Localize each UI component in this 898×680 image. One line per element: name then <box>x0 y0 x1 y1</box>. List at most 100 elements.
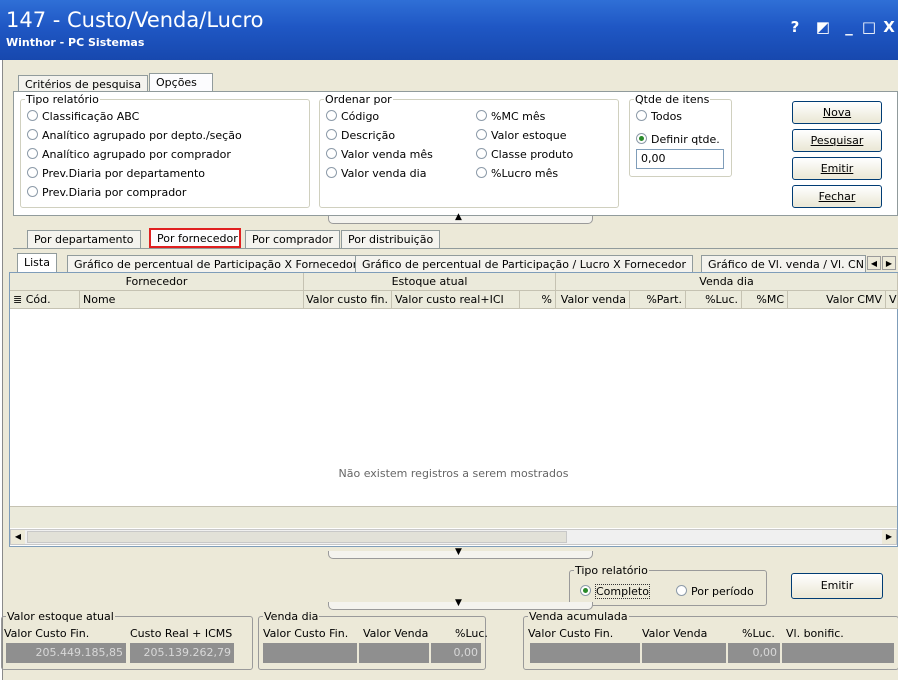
radio-icon[interactable] <box>27 110 38 121</box>
emitir-button[interactable]: Emitir <box>792 157 882 180</box>
chevron-down-icon: ▼ <box>455 547 462 557</box>
help-button[interactable]: ? <box>786 18 804 36</box>
option-classificacao-abc[interactable]: Classificação ABC <box>27 110 139 123</box>
col-valor-custo-real[interactable]: Valor custo real+ICI <box>392 291 520 309</box>
option-definir-qtde[interactable]: Definir qtde. <box>636 133 720 146</box>
tab-por-departamento[interactable]: Por departamento <box>27 230 141 248</box>
tab-por-comprador[interactable]: Por comprador <box>245 230 340 248</box>
option-valor-venda-dia[interactable]: Valor venda dia <box>326 167 426 180</box>
label-va-bonific: Vl. bonific. <box>786 627 844 640</box>
value-va-valor-venda <box>642 643 726 663</box>
close-button[interactable]: X <box>880 18 898 36</box>
fechar-button[interactable]: Fechar <box>792 185 882 208</box>
splitter-bottom[interactable]: ▼ <box>328 598 593 610</box>
empty-message: Não existem registros a serem mostrados <box>338 467 569 480</box>
tab-grafico-participacao-lucro[interactable]: Gráfico de percentual de Participação / … <box>355 255 693 273</box>
window-subtitle: Winthor - PC Sistemas <box>6 36 145 49</box>
option-classe-produto[interactable]: Classe produto <box>476 148 573 161</box>
column-menu-icon[interactable]: ≣ <box>13 293 26 306</box>
value-custo-fin: 205.449.185,85 <box>6 643 126 663</box>
option-analitico-comprador[interactable]: Analítico agrupado por comprador <box>27 148 231 161</box>
radio-icon[interactable] <box>27 148 38 159</box>
tab-por-fornecedor[interactable]: Por fornecedor <box>149 228 241 248</box>
title-bar[interactable]: 147 - Custo/Venda/Lucro Winthor - PC Sis… <box>0 0 898 60</box>
label-vd-custo-fin: Valor Custo Fin. <box>263 627 349 640</box>
tipo-relatorio-bottom-legend: Tipo relatório <box>574 564 649 577</box>
value-vd-custo-fin <box>263 643 357 663</box>
band-fornecedor: Fornecedor <box>10 273 304 291</box>
emitir-bottom-button[interactable]: Emitir <box>791 573 883 599</box>
col-part[interactable]: %Part. <box>630 291 686 309</box>
col-v[interactable]: V <box>886 291 898 309</box>
horizontal-scrollbar[interactable]: ◀ ▶ <box>10 529 897 545</box>
pesquisar-button[interactable]: Pesquisar <box>792 129 882 152</box>
tipo-relatorio-legend: Tipo relatório <box>25 93 100 106</box>
window-client: Critérios de pesquisa Opções Tipo relató… <box>1 60 898 680</box>
radio-icon[interactable] <box>27 129 38 140</box>
tab-lista[interactable]: Lista <box>17 253 57 273</box>
label-va-luc: %Luc. <box>742 627 775 640</box>
restore-icon[interactable]: ◩ <box>814 18 832 36</box>
tab-scroll-left-icon[interactable]: ◀ <box>867 256 881 270</box>
tab-grafico-participacao[interactable]: Gráfico de percentual de Participação X … <box>67 255 365 273</box>
option-codigo[interactable]: Código <box>326 110 379 123</box>
col-valor-custo-fin[interactable]: Valor custo fin. <box>304 291 392 309</box>
option-todos[interactable]: Todos <box>636 110 682 123</box>
maximize-button[interactable]: □ <box>860 18 878 36</box>
option-lucro-mes[interactable]: %Lucro mês <box>476 167 558 180</box>
option-descricao[interactable]: Descrição <box>326 129 395 142</box>
nova-button[interactable]: Nova <box>792 101 882 124</box>
radio-icon[interactable] <box>27 167 38 178</box>
option-valor-venda-mes[interactable]: Valor venda mês <box>326 148 433 161</box>
option-analitico-depto[interactable]: Analítico agrupado por depto./seção <box>27 129 242 142</box>
option-valor-estoque[interactable]: Valor estoque <box>476 129 566 142</box>
splitter-top[interactable]: ▲ <box>328 212 593 224</box>
qtde-itens-group: Qtde de itens Todos Definir qtde. 0,00 <box>629 93 732 177</box>
scroll-thumb[interactable] <box>27 531 567 543</box>
window-title: 147 - Custo/Venda/Lucro <box>6 8 264 32</box>
data-grid[interactable]: Fornecedor Estoque atual Venda dia ≣ Cód… <box>9 272 898 547</box>
qtde-input[interactable]: 0,00 <box>636 149 724 169</box>
value-va-bonific <box>782 643 894 663</box>
chevron-up-icon: ▲ <box>455 212 462 222</box>
qtde-itens-legend: Qtde de itens <box>634 93 711 106</box>
valor-estoque-group: Valor estoque atual Valor Custo Fin. Cus… <box>1 610 253 670</box>
ordenar-por-group: Ordenar por Código Descrição Valor venda… <box>319 93 619 208</box>
label-vd-valor-venda: Valor Venda <box>363 627 429 640</box>
valor-estoque-legend: Valor estoque atual <box>6 610 115 623</box>
option-prev-depto[interactable]: Prev.Diaria por departamento <box>27 167 205 180</box>
venda-acumulada-legend: Venda acumulada <box>528 610 629 623</box>
label-va-custo-fin: Valor Custo Fin. <box>528 627 614 640</box>
ordenar-por-legend: Ordenar por <box>324 93 393 106</box>
option-prev-comprador[interactable]: Prev.Diaria por comprador <box>27 186 186 199</box>
tab-scroll-right-icon[interactable]: ▶ <box>882 256 896 270</box>
chevron-down-icon: ▼ <box>455 598 462 608</box>
label-va-valor-venda: Valor Venda <box>642 627 708 640</box>
radio-icon[interactable] <box>27 186 38 197</box>
scroll-right-icon[interactable]: ▶ <box>882 530 896 544</box>
tab-opcoes[interactable]: Opções <box>149 73 213 93</box>
venda-acumulada-group: Venda acumulada Valor Custo Fin. Valor V… <box>523 610 898 670</box>
col-valor-cmv[interactable]: Valor CMV <box>788 291 886 309</box>
options-panel: Tipo relatório Classificação ABC Analíti… <box>13 91 898 216</box>
col-mc[interactable]: %MC <box>742 291 788 309</box>
splitter-middle[interactable]: ▼ <box>328 547 593 559</box>
col-valor-venda[interactable]: Valor venda <box>556 291 630 309</box>
option-por-periodo[interactable]: Por período <box>676 585 754 598</box>
venda-dia-legend: Venda dia <box>263 610 320 623</box>
grid-footer <box>10 506 897 528</box>
option-mc-mes[interactable]: %MC mês <box>476 110 545 123</box>
value-vd-luc: 0,00 <box>431 643 481 663</box>
tab-por-distribuicao[interactable]: Por distribuição <box>341 230 441 248</box>
col-percent[interactable]: % <box>520 291 556 309</box>
col-luc[interactable]: %Luc. <box>686 291 742 309</box>
col-nome[interactable]: Nome <box>80 291 304 309</box>
tab-grafico-venda[interactable]: Gráfico de Vl. venda / Vl. CN <box>701 255 866 273</box>
tipo-relatorio-bottom-group: Tipo relatório Completo Por período <box>569 564 767 606</box>
minimize-button[interactable]: _ <box>840 18 858 36</box>
label-custo-fin: Valor Custo Fin. <box>4 627 90 640</box>
value-vd-valor-venda <box>359 643 429 663</box>
option-completo[interactable]: Completo <box>580 584 650 599</box>
col-cod[interactable]: ≣ Cód. <box>10 291 80 309</box>
scroll-left-icon[interactable]: ◀ <box>11 530 25 544</box>
